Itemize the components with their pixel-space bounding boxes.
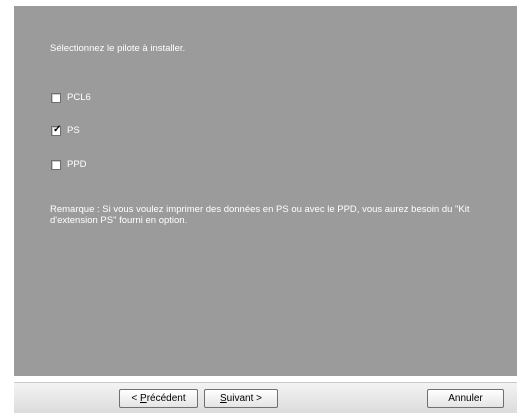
next-label: uivant > [226,393,262,404]
remark-text: Remarque : Si vous voulez imprimer des d… [50,204,470,226]
option-ps[interactable]: ✓ PS [51,123,80,136]
option-ppd[interactable]: PPD [51,159,87,170]
next-mnemonic: S [220,393,227,404]
ps-label: PS [67,125,80,136]
option-pcl6[interactable]: PCL6 [51,92,91,103]
checkmark-icon: ✓ [53,123,62,135]
pcl6-checkbox[interactable] [51,92,61,103]
back-button[interactable]: < Précédent [119,389,198,408]
ps-checkbox[interactable]: ✓ [51,123,62,136]
pcl6-label: PCL6 [67,92,91,103]
options-panel: Sélectionnez le pilote à installer. PCL6… [14,6,517,376]
back-mnemonic: P [140,393,147,404]
instruction-text: Sélectionnez le pilote à installer. [50,43,186,54]
next-button[interactable]: Suivant > [204,389,278,408]
ppd-label: PPD [67,159,87,170]
back-label: récédent [146,393,186,404]
button-bar: < Précédent Suivant > Annuler [14,382,517,413]
ppd-checkbox[interactable] [51,159,61,170]
cancel-button[interactable]: Annuler [427,389,504,408]
